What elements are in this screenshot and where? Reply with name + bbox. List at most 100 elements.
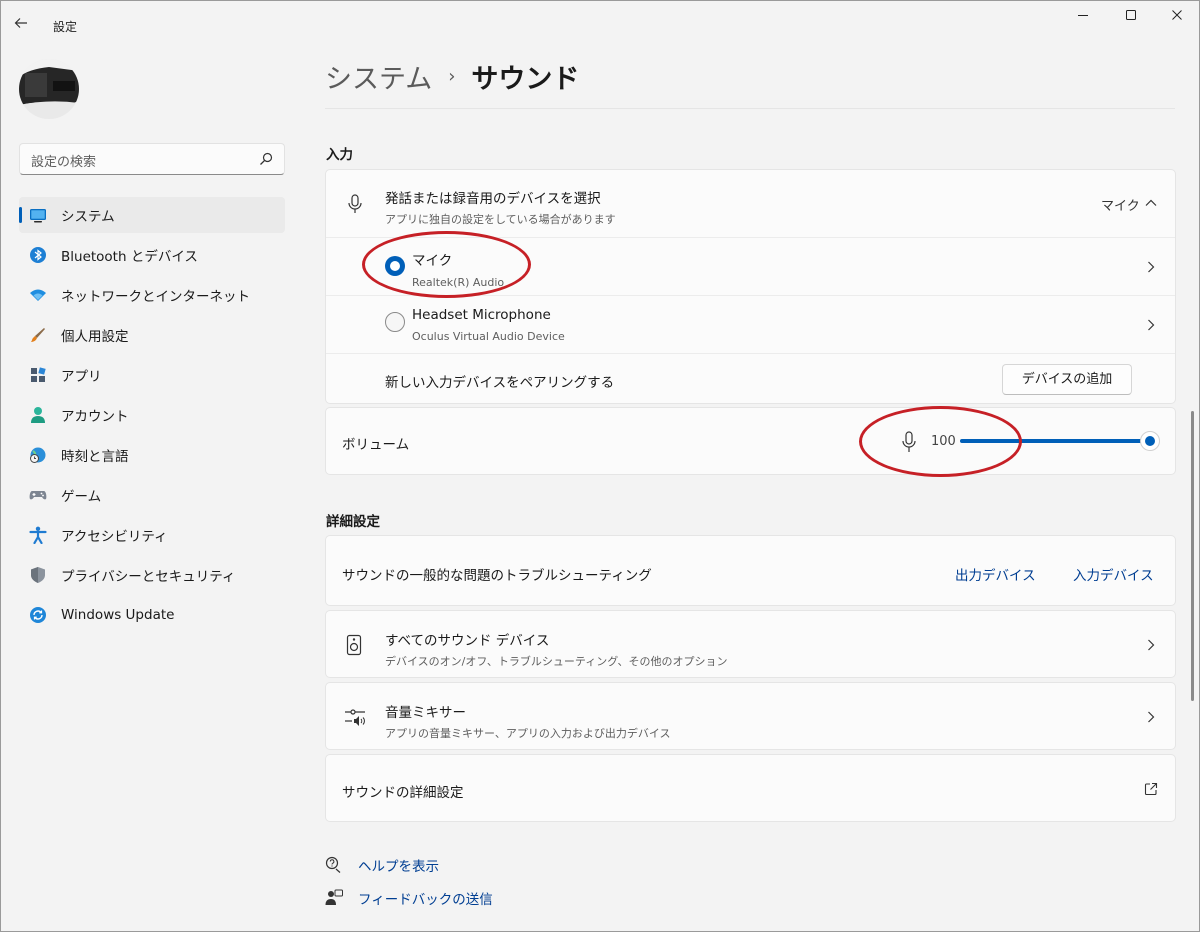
chevron-right-icon	[1148, 639, 1155, 651]
sidebar-item-bluetooth[interactable]: Bluetooth とデバイス	[19, 237, 285, 273]
app-title: 設定	[53, 20, 78, 34]
advanced-section-title: 詳細設定	[326, 514, 380, 530]
maximize-button[interactable]	[1117, 9, 1145, 29]
sidebar-item-system[interactable]: システム	[19, 197, 285, 233]
sidebar-item-privacy-security[interactable]: プライバシーとセキュリティ	[19, 557, 285, 593]
feedback-link-label[interactable]: フィードバックの送信	[358, 888, 493, 908]
annotation-circle-volume	[859, 406, 1022, 477]
annotation-circle-mic	[362, 231, 531, 298]
gamepad-icon	[29, 491, 47, 500]
user-avatar[interactable]	[19, 59, 79, 119]
accessibility-icon	[29, 526, 47, 544]
all-devices-title: すべてのサウンド デバイス	[385, 633, 550, 649]
display-icon	[30, 209, 46, 223]
mixer-title: 音量ミキサー	[385, 705, 466, 721]
device-select-title: 発話または録音用のデバイスを選択	[385, 191, 601, 207]
maximize-icon	[1126, 10, 1136, 20]
pair-device-label: 新しい入力デバイスをペアリングする	[385, 375, 615, 391]
troubleshoot-label: サウンドの一般的な問題のトラブルシューティング	[342, 568, 652, 584]
input-device-name: Headset Microphone	[412, 307, 551, 323]
volume-slider-thumb[interactable]	[1140, 431, 1160, 451]
wifi-icon	[30, 289, 46, 301]
selected-input-value: マイク	[1101, 199, 1140, 214]
search-icon	[260, 152, 273, 165]
close-button[interactable]	[1163, 9, 1191, 29]
page-title: サウンド	[471, 64, 580, 95]
apps-icon	[31, 367, 46, 382]
volume-label: ボリューム	[342, 437, 410, 453]
feedback-link[interactable]: フィードバックの送信	[325, 888, 493, 908]
sidebar-nav: システム Bluetooth とデバイス ネットワークとインターネット 個人用設…	[19, 197, 285, 637]
chevron-right-icon	[1148, 711, 1155, 723]
back-button[interactable]	[13, 15, 37, 37]
sidebar-item-label: Windows Update	[61, 607, 175, 623]
help-link[interactable]: ヘルプを表示	[325, 855, 439, 875]
sidebar-item-gaming[interactable]: ゲーム	[19, 477, 285, 513]
feedback-icon	[325, 889, 343, 905]
brush-icon	[31, 328, 45, 342]
all-sound-devices-card[interactable]: すべてのサウンド デバイス デバイスのオン/オフ、トラブルシューティング、その他…	[325, 610, 1176, 678]
settings-search-box[interactable]: 設定の検索	[19, 143, 285, 175]
search-placeholder: 設定の検索	[31, 155, 97, 170]
more-sound-settings-label: サウンドの詳細設定	[342, 785, 464, 801]
input-device-link[interactable]: 入力デバイス	[1073, 564, 1154, 584]
avatar-image	[19, 59, 79, 119]
help-link-label[interactable]: ヘルプを表示	[358, 855, 439, 875]
all-devices-subtitle: デバイスのオン/オフ、トラブルシューティング、その他のオプション	[385, 655, 728, 668]
volume-card: ボリューム 100	[325, 407, 1176, 475]
input-device-detail: Oculus Virtual Audio Device	[412, 330, 565, 343]
scrollbar-thumb[interactable]	[1191, 411, 1194, 701]
sidebar-item-accessibility[interactable]: アクセシビリティ	[19, 517, 285, 553]
input-device-selector[interactable]: 発話または録音用のデバイスを選択 アプリに独自の設定をしている場合があります マ…	[326, 170, 1175, 237]
bluetooth-icon	[30, 247, 46, 263]
back-arrow-icon	[14, 18, 27, 28]
input-section-title: 入力	[326, 147, 353, 163]
speaker-icon	[346, 634, 362, 656]
header-divider	[325, 108, 1175, 109]
title-bar: 設定	[1, 1, 1199, 49]
chevron-right-icon	[1148, 261, 1155, 273]
radio-unselected[interactable]	[385, 312, 405, 332]
sidebar-item-windows-update[interactable]: Windows Update	[19, 597, 285, 633]
minimize-icon	[1078, 15, 1088, 16]
card-divider	[326, 353, 1175, 354]
sidebar-item-label: プライバシーとセキュリティ	[61, 569, 236, 585]
sidebar-item-network[interactable]: ネットワークとインターネット	[19, 277, 285, 313]
sidebar-item-label: アプリ	[61, 369, 102, 385]
account-icon	[31, 407, 45, 423]
chevron-right-icon	[1148, 319, 1155, 331]
minimize-button[interactable]	[1069, 9, 1097, 29]
breadcrumb-parent[interactable]: システム	[325, 57, 432, 96]
mixer-icon	[345, 709, 365, 726]
sidebar-item-label: 時刻と言語	[61, 449, 129, 465]
shield-icon	[31, 567, 45, 583]
sidebar-item-accounts[interactable]: アカウント	[19, 397, 285, 433]
globe-clock-icon	[30, 447, 46, 463]
sidebar-item-time-language[interactable]: 時刻と言語	[19, 437, 285, 473]
sidebar-item-label: ネットワークとインターネット	[61, 289, 250, 305]
microphone-icon	[348, 194, 362, 213]
sidebar-item-label: ゲーム	[61, 489, 102, 505]
sidebar-item-label: システム	[61, 209, 115, 225]
device-select-subtitle: アプリに独自の設定をしている場合があります	[385, 213, 616, 226]
chevron-up-icon	[1145, 199, 1157, 206]
open-external-icon	[1144, 782, 1158, 796]
sidebar-item-label: 個人用設定	[61, 329, 129, 345]
more-sound-settings-card[interactable]: サウンドの詳細設定	[325, 754, 1176, 822]
breadcrumb-separator: ›	[448, 66, 456, 87]
sidebar-item-apps[interactable]: アプリ	[19, 357, 285, 393]
breadcrumb: システム › サウンド	[325, 57, 579, 96]
sidebar-item-label: アクセシビリティ	[61, 529, 168, 545]
help-icon	[325, 856, 341, 873]
output-device-link[interactable]: 出力デバイス	[955, 564, 1036, 584]
add-device-button[interactable]: デバイスの追加	[1002, 364, 1132, 395]
sidebar-item-label: Bluetooth とデバイス	[61, 249, 198, 265]
sidebar-item-label: アカウント	[61, 409, 129, 425]
troubleshoot-card: サウンドの一般的な問題のトラブルシューティング 出力デバイス 入力デバイス	[325, 535, 1176, 606]
close-icon	[1172, 10, 1182, 20]
volume-mixer-card[interactable]: 音量ミキサー アプリの音量ミキサー、アプリの入力および出力デバイス	[325, 682, 1176, 750]
input-device-row[interactable]: Headset Microphone Oculus Virtual Audio …	[326, 296, 1175, 353]
sidebar-item-personalization[interactable]: 個人用設定	[19, 317, 285, 353]
update-icon	[30, 607, 46, 623]
mixer-subtitle: アプリの音量ミキサー、アプリの入力および出力デバイス	[385, 727, 671, 740]
